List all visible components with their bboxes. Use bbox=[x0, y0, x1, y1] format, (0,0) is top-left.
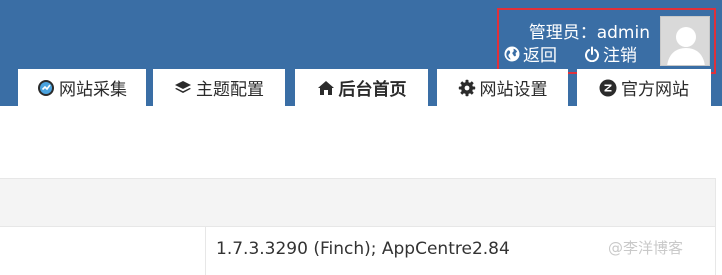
power-icon bbox=[583, 45, 600, 62]
collect-icon bbox=[37, 79, 55, 97]
z-logo-icon bbox=[599, 79, 617, 97]
tab-settings[interactable]: 网站设置 bbox=[437, 69, 568, 106]
tab-official-site[interactable]: 官方网站 bbox=[577, 69, 711, 106]
user-links: 返回 注销 bbox=[503, 41, 637, 66]
home-icon bbox=[317, 79, 335, 97]
table-header-bar bbox=[0, 178, 716, 227]
tab-collect[interactable]: 网站采集 bbox=[18, 69, 146, 106]
back-label: 返回 bbox=[523, 46, 557, 66]
watermark: @李洋博客 bbox=[608, 239, 684, 257]
tab-label: 网站设置 bbox=[479, 80, 548, 100]
cell-divider bbox=[205, 227, 206, 275]
tab-label: 网站采集 bbox=[59, 80, 127, 100]
tab-label: 主题配置 bbox=[196, 80, 264, 100]
logout-label: 注销 bbox=[603, 46, 637, 66]
default-user-avatar-icon bbox=[661, 17, 709, 65]
tab-theme[interactable]: 主题配置 bbox=[153, 69, 285, 106]
globe-icon bbox=[503, 45, 520, 62]
back-link[interactable]: 返回 bbox=[503, 41, 557, 66]
admin-username: 管理员：admin bbox=[528, 23, 650, 43]
version-value: 1.7.3.3290 (Finch); AppCentre2.84 bbox=[216, 239, 510, 259]
logout-link[interactable]: 注销 bbox=[583, 41, 637, 66]
tab-label: 后台首页 bbox=[338, 80, 407, 100]
gear-icon bbox=[458, 79, 476, 97]
admin-header: 管理员：admin 返回 注销 网站采集 主题配置 后台首页 网站设置 官方网站 bbox=[0, 0, 722, 106]
avatar[interactable] bbox=[660, 16, 710, 66]
tab-dashboard[interactable]: 后台首页 bbox=[295, 69, 428, 106]
tab-label: 官方网站 bbox=[621, 80, 689, 100]
layers-icon bbox=[174, 79, 192, 97]
user-panel: 管理员：admin 返回 注销 bbox=[497, 8, 716, 74]
